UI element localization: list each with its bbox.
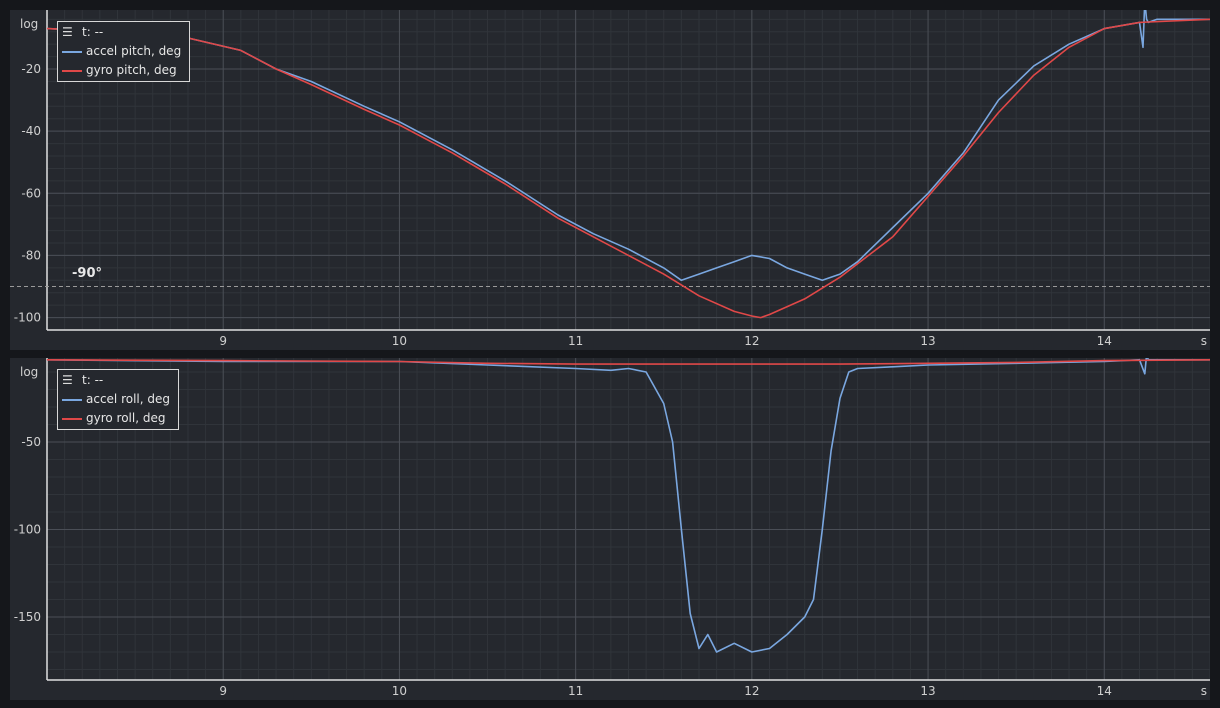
x-tick-label: 12: [744, 334, 759, 348]
x-tick-label: 11: [568, 684, 583, 698]
legend[interactable]: ☰ t: -- accel pitch, deg gyro pitch, deg: [57, 21, 191, 82]
legend-header[interactable]: ☰ t: --: [62, 23, 181, 42]
x-tick-label: 13: [920, 334, 935, 348]
y-tick-label: -60: [21, 186, 41, 200]
legend-header[interactable]: ☰ t: --: [62, 371, 170, 390]
y-tick-label: -100: [14, 311, 41, 325]
y-tick-label: -150: [14, 610, 41, 624]
x-tick-label: 9: [219, 684, 227, 698]
legend-label: gyro pitch, deg: [86, 63, 177, 77]
y-axis-label: log: [20, 17, 39, 31]
legend-swatch-gyro: [62, 69, 82, 72]
y-tick-label: -40: [21, 124, 41, 138]
x-axis-unit: s: [1201, 334, 1207, 348]
legend[interactable]: ☰ t: -- accel roll, deg gyro roll, deg: [57, 369, 180, 430]
y-tick-label: -50: [21, 435, 41, 449]
y-tick-label: -20: [21, 62, 41, 76]
grid: [46, 358, 1210, 680]
x-tick-label: 9: [219, 334, 227, 348]
x-tick-label: 12: [744, 684, 759, 698]
y-tick-label: -100: [14, 523, 41, 537]
pitch-plot-panel[interactable]: 9 10 11 12 13 14 -20 -40 -60 -80 -100 s log -90° ☰ …: [10, 10, 1210, 350]
menu-icon[interactable]: ☰: [62, 23, 82, 42]
y-axis-label: log: [20, 365, 39, 379]
legend-swatch-accel: [62, 398, 82, 401]
roll-plot[interactable]: 9 10 11 12 13 14 -50 -100 -150 s: [10, 358, 1210, 700]
legend-item-accel-roll[interactable]: accel roll, deg: [62, 390, 170, 409]
minus-90-annotation: -90°: [72, 266, 102, 281]
x-tick-label: 14: [1097, 334, 1112, 348]
menu-icon[interactable]: ☰: [62, 371, 82, 390]
grid: [46, 10, 1210, 331]
x-tick-label: 13: [920, 684, 935, 698]
roll-plot-panel[interactable]: 9 10 11 12 13 14 -50 -100 -150 s log ☰ t: -- acce…: [10, 358, 1210, 700]
legend-label: gyro roll, deg: [86, 411, 166, 425]
legend-time: t: --: [82, 25, 104, 39]
legend-label: accel pitch, deg: [86, 44, 182, 58]
legend-item-gyro-roll[interactable]: gyro roll, deg: [62, 409, 170, 428]
legend-swatch-accel: [62, 50, 82, 53]
x-axis-unit: s: [1201, 684, 1207, 698]
legend-label: accel roll, deg: [86, 392, 171, 406]
y-tick-label: -80: [21, 248, 41, 262]
legend-swatch-gyro: [62, 417, 82, 420]
legend-item-accel-pitch[interactable]: accel pitch, deg: [62, 42, 181, 61]
x-tick-label: 10: [392, 334, 407, 348]
legend-item-gyro-pitch[interactable]: gyro pitch, deg: [62, 61, 181, 80]
legend-time: t: --: [82, 373, 104, 387]
x-tick-label: 11: [568, 334, 583, 348]
x-tick-label: 10: [392, 684, 407, 698]
x-tick-label: 14: [1097, 684, 1112, 698]
